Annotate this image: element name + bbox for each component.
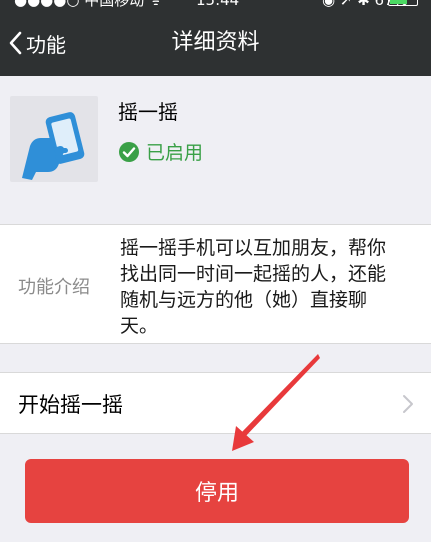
battery-icon (388, 0, 418, 6)
battery-fill (390, 0, 408, 4)
carrier-label: ●●●●○ 中国移动 ᯤ (14, 0, 163, 9)
page-title: 详细资料 (171, 30, 260, 55)
chevron-right-icon (403, 395, 413, 413)
clock: 15:44 (196, 0, 240, 9)
start-shake-label: 开始摇一摇 (18, 393, 123, 417)
intro-label: 功能介绍 (18, 277, 90, 298)
profile-header: 摇一摇 已启用 (0, 76, 431, 196)
intro-text: 摇一摇手机可以互加朋友，帮你找出同一时间一起摇的人，还能随机与远方的他（她）直接… (120, 237, 387, 337)
status-text: 已启用 (146, 142, 204, 164)
nav-bar: 功能 详细资料 (0, 10, 431, 76)
feature-intro-row: 功能介绍 摇一摇手机可以互加朋友，帮你找出同一时间一起摇的人，还能随机与远方的他… (0, 224, 431, 344)
check-circle-icon (119, 141, 139, 162)
status-badge: 已启用 (118, 138, 203, 165)
profile-name: 摇一摇 (118, 100, 178, 124)
shake-phone-icon (10, 96, 98, 182)
start-shake-row[interactable]: 开始摇一摇 (0, 372, 431, 434)
disable-button[interactable]: 停用 (25, 459, 409, 523)
status-bar: ●●●●○ 中国移动 ᯤ 15:44 ◉ ➚ ✱ 67% (0, 0, 431, 10)
